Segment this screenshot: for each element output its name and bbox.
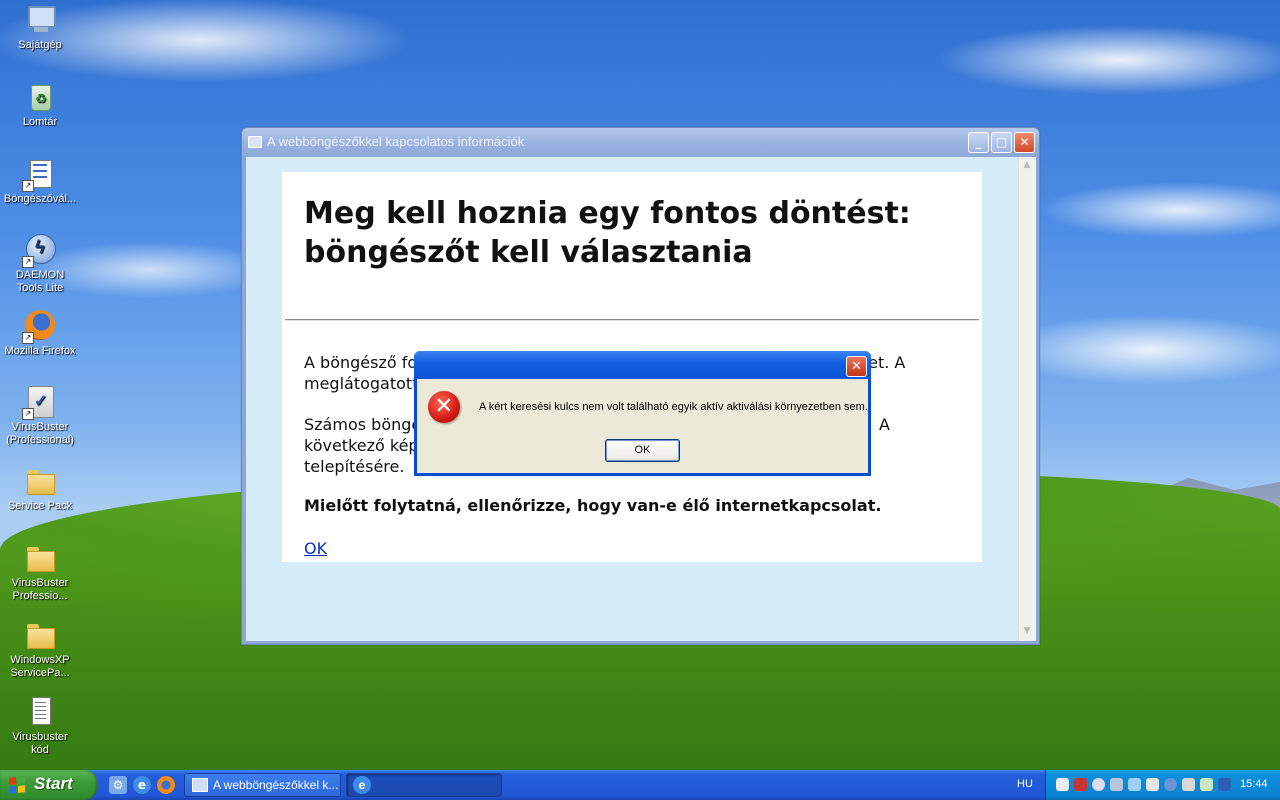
page-heading: Meg kell hoznia egy fontos döntést: böng…: [304, 196, 911, 270]
shortcut-arrow-icon: ↗: [22, 180, 34, 192]
desktop-icon-my-computer[interactable]: Sajátgép: [2, 4, 78, 52]
desktop-icon-service-pack[interactable]: Service Pack: [2, 465, 78, 513]
taskbar-button-label: A webböngészőkkel k...: [213, 778, 339, 792]
paragraph-1-line-2: meglátogatott: [304, 374, 419, 393]
search-icon[interactable]: [1092, 778, 1105, 791]
vertical-scrollbar[interactable]: ▲ ▼: [1018, 157, 1036, 641]
close-icon: ✕: [851, 359, 862, 374]
minimize-button[interactable]: _: [968, 132, 989, 153]
error-dialog: ✕ ✕ A kért keresési kulcs nem volt talál…: [414, 351, 871, 476]
scroll-up-icon[interactable]: ▲: [1021, 159, 1033, 171]
shortcut-arrow-icon: ↗: [22, 256, 34, 268]
dialog-close-button[interactable]: ✕: [846, 356, 867, 377]
desktop-icon-virusbuster-folder[interactable]: VirusBuster Professio...: [2, 542, 78, 603]
users-icon[interactable]: [1110, 778, 1123, 791]
maximize-button[interactable]: □: [991, 132, 1012, 153]
recycle-bin-icon: ♻: [24, 81, 56, 113]
volume-icon[interactable]: [1146, 778, 1159, 791]
daemon-tools-tray-icon[interactable]: [1164, 778, 1177, 791]
windows-logo-icon: [9, 776, 25, 794]
ie-icon: e: [353, 776, 371, 794]
browser-choice-icon: ↗: [22, 158, 56, 192]
heading-divider: [285, 319, 979, 321]
folder-icon: [24, 619, 56, 651]
paragraph-2-line-2: következő képe: [304, 436, 429, 455]
shortcut-arrow-icon: ↗: [22, 408, 34, 420]
taskbar-button-ie[interactable]: e: [346, 773, 502, 797]
maximize-icon: □: [995, 135, 1008, 149]
folder-icon: [24, 465, 56, 497]
shortcut-arrow-icon: ↗: [22, 332, 34, 344]
window-app-icon: [248, 136, 262, 148]
close-button[interactable]: ✕: [1014, 132, 1035, 153]
network-disconnected-icon[interactable]: [1074, 778, 1087, 791]
clock[interactable]: 15:44: [1240, 778, 1268, 790]
desktop-icon-winxp-sp-folder[interactable]: WindowsXP ServicePa...: [2, 619, 78, 680]
system-tray: 15:44: [1045, 770, 1280, 800]
language-indicator[interactable]: HU: [1017, 778, 1033, 790]
dialog-ok-button[interactable]: OK: [605, 439, 680, 462]
folder-icon: [24, 542, 56, 574]
close-icon: ✕: [1019, 135, 1030, 149]
desktop-icon-virusbuster-code[interactable]: Virusbuster kód: [2, 696, 78, 757]
monitor-icon[interactable]: [1182, 778, 1195, 791]
firefox-icon: ↗: [22, 310, 56, 344]
taskbar-button-browser-info[interactable]: A webböngészőkkel k...: [184, 773, 341, 797]
ok-link[interactable]: OK: [304, 539, 327, 558]
quicklaunch-firefox-icon[interactable]: [157, 776, 175, 794]
quicklaunch-show-desktop-icon[interactable]: ⚙: [109, 776, 127, 794]
taskbar: Start ⚙ e A webböngészőkkel k... e HU 15…: [0, 770, 1280, 800]
quicklaunch-ie-icon[interactable]: e: [133, 776, 151, 794]
paragraph-1-line-1: A böngésző for: [304, 353, 424, 372]
my-computer-icon: [24, 4, 56, 36]
paragraph-2-line-1: Számos böngés: [304, 415, 430, 434]
paragraph-2-line-3: telepítésére.: [304, 457, 405, 476]
desktop-icon-firefox[interactable]: ↗ Mozilla Firefox: [2, 310, 78, 358]
start-label: Start: [34, 774, 73, 793]
virusbuster-icon: ✓ ↗: [22, 386, 56, 420]
virusbuster-tray-icon[interactable]: [1218, 778, 1231, 791]
dialog-titlebar[interactable]: ✕: [414, 351, 871, 379]
text-document-icon: [24, 696, 56, 728]
connection-warning: Mielőtt folytatná, ellenőrizze, hogy van…: [304, 496, 882, 515]
network-icon[interactable]: [1056, 778, 1069, 791]
start-button[interactable]: Start: [0, 770, 97, 800]
paragraph-2-line-1-end: A: [879, 415, 890, 434]
desktop-icon-daemon-tools[interactable]: ϟ ↗ DAEMON Tools Lite: [2, 234, 78, 295]
scroll-down-icon[interactable]: ▼: [1021, 625, 1033, 637]
dialog-body: ✕ A kért keresési kulcs nem volt találha…: [417, 379, 868, 473]
phone-icon[interactable]: [1128, 778, 1141, 791]
window-app-icon: [192, 778, 208, 792]
daemon-tools-icon: ϟ ↗: [22, 234, 56, 268]
security-shield-icon[interactable]: [1200, 778, 1213, 791]
desktop-icon-recycle-bin[interactable]: ♻ Lomtár: [2, 81, 78, 129]
window-title: A webböngészőkkel kapcsolatos információ…: [267, 134, 525, 149]
minimize-icon: _: [975, 135, 982, 149]
error-message: A kért keresési kulcs nem volt található…: [479, 401, 868, 413]
desktop-icon-browser-choice[interactable]: ↗ Böngészővál...: [2, 158, 78, 206]
desktop-icon-virusbuster[interactable]: ✓ ↗ VirusBuster (Professional): [2, 386, 78, 447]
error-icon: ✕: [428, 391, 460, 423]
window-titlebar[interactable]: A webböngészőkkel kapcsolatos információ…: [242, 128, 1039, 156]
